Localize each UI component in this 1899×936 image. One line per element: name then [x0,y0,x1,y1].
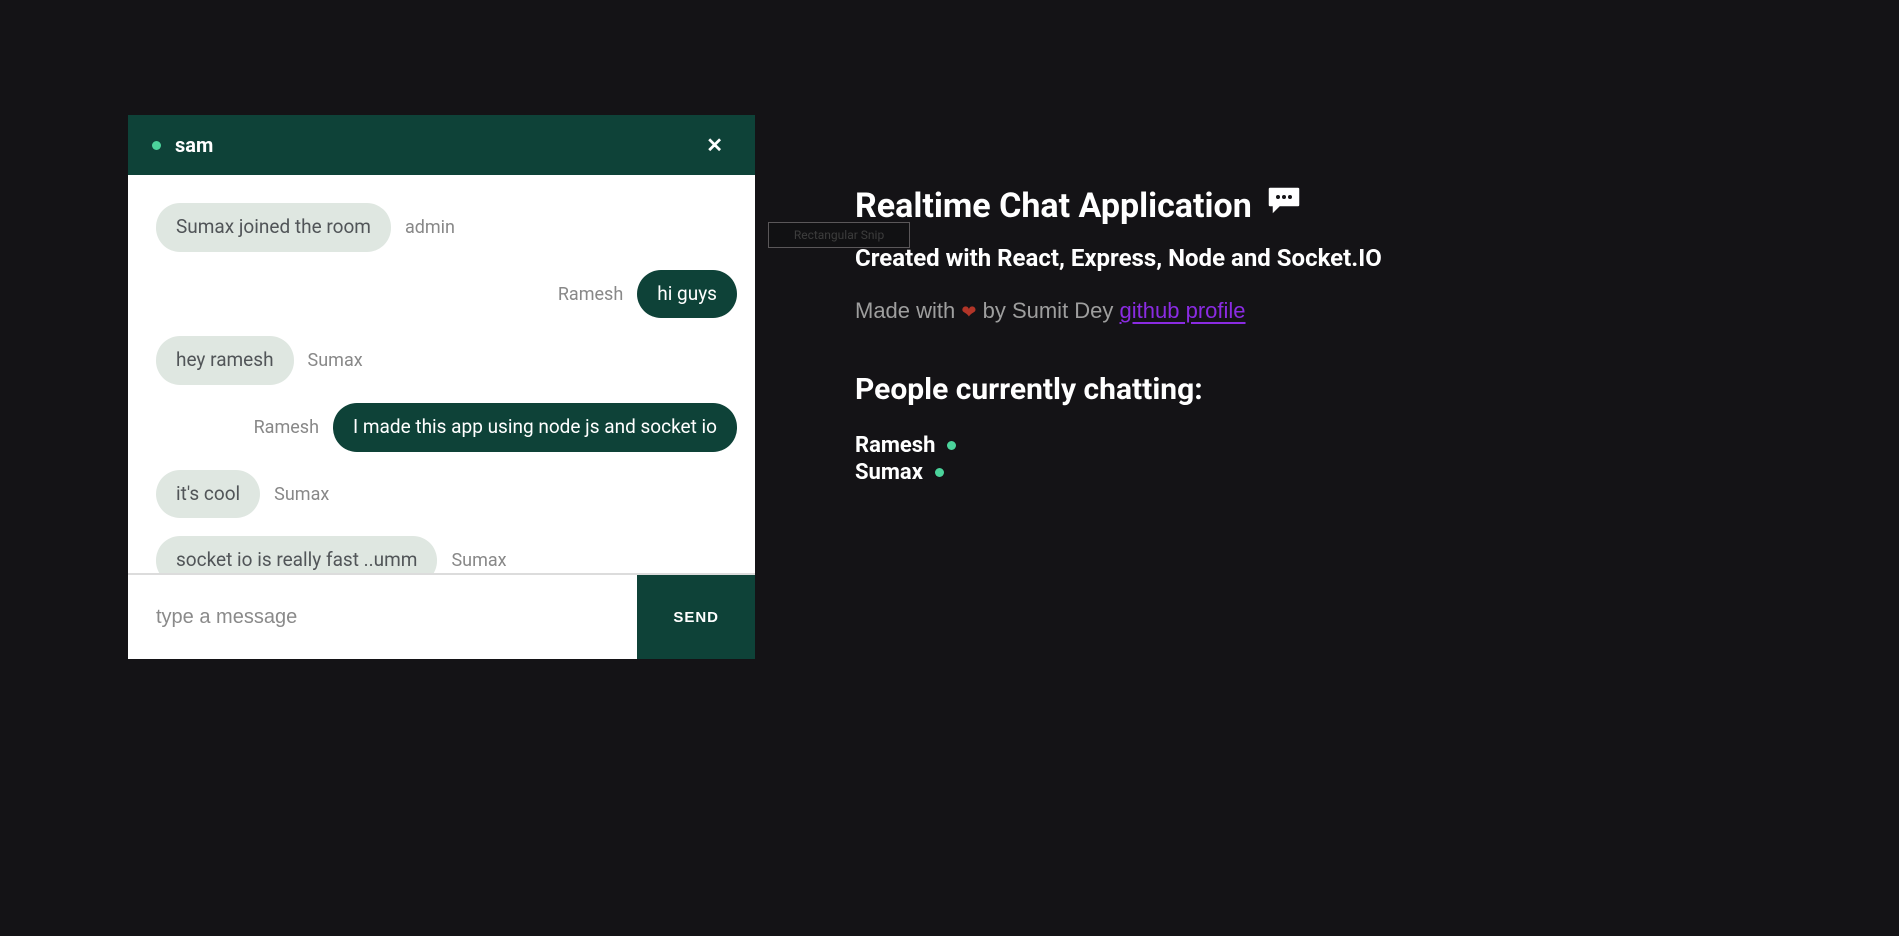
person-name: Sumax [855,460,923,485]
message-bubble: it's cool [156,470,260,519]
github-profile-link[interactable]: github profile [1120,298,1246,323]
people-heading: People currently chatting: [855,372,1382,407]
message-bubble: Sumax joined the room [156,203,391,252]
app-title: Realtime Chat Application [855,186,1252,226]
message-bubble: hey ramesh [156,336,294,385]
chat-header-user: sam [152,133,213,157]
message-sender-label: Ramesh [254,417,319,438]
message-row: hey ramesh Sumax [156,336,737,385]
message-sender-label: Ramesh [558,284,623,305]
message-bubble: socket io is really fast ..umm [156,536,437,573]
message-row: Ramesh hi guys [156,270,737,319]
made-with-line: Made with ❤ by Sumit Dey github profile [855,298,1382,324]
chat-bubble-icon [1266,185,1302,226]
message-sender-label: Sumax [451,550,506,571]
chat-header: sam ✕ [128,115,755,175]
message-sender-label: Sumax [308,350,363,371]
chat-username: sam [175,133,213,157]
chat-window: sam ✕ Sumax joined the room admin Ramesh hi… [128,115,755,659]
snip-overlay-label: Rectangular Snip [794,228,884,242]
online-indicator-icon [947,441,956,450]
message-row: Ramesh I made this app using node js and … [156,403,737,452]
person-row: Sumax [855,460,1382,485]
chat-messages-area[interactable]: Sumax joined the room admin Ramesh hi guys h… [128,175,755,573]
chat-footer: SEND [128,573,755,659]
message-row: it's cool Sumax [156,470,737,519]
snip-tool-overlay: Rectangular Snip [768,222,910,248]
online-indicator-icon [152,141,161,150]
message-sender-label: admin [405,217,455,238]
made-with-prefix: Made with [855,298,961,323]
app-subtitle: Created with React, Express, Node and So… [855,244,1382,272]
online-indicator-icon [935,468,944,477]
send-button[interactable]: SEND [637,575,755,659]
message-bubble: hi guys [637,270,737,319]
app-title-row: Realtime Chat Application [855,185,1382,226]
message-input[interactable] [128,575,637,659]
people-list: RameshSumax [855,433,1382,485]
message-sender-label: Sumax [274,484,329,505]
close-button[interactable]: ✕ [698,129,731,162]
info-panel: Realtime Chat Application Created with R… [855,115,1382,485]
message-row: Sumax joined the room admin [156,203,737,252]
person-row: Ramesh [855,433,1382,458]
message-row: socket io is really fast ..umm Sumax [156,536,737,573]
made-with-middle: by Sumit Dey [976,298,1119,323]
message-bubble: I made this app using node js and socket… [333,403,737,452]
person-name: Ramesh [855,433,935,458]
close-icon: ✕ [706,135,723,157]
heart-icon: ❤ [961,302,976,322]
